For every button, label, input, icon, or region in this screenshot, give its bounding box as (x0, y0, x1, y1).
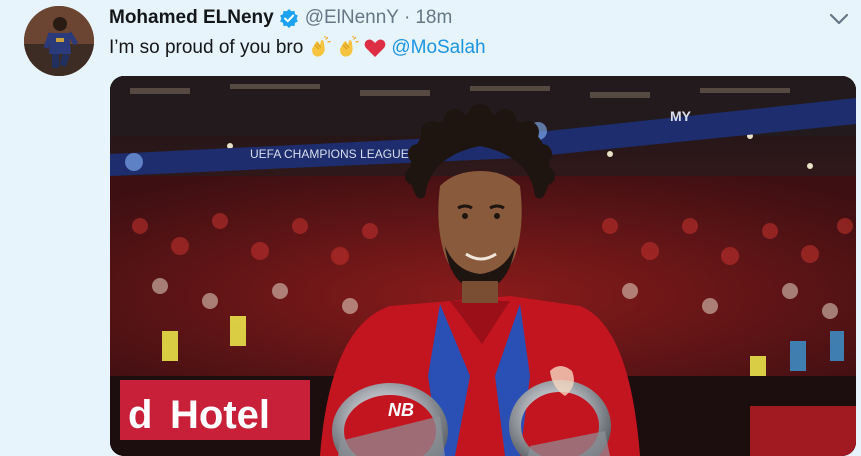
board-hotel-text: Hotel (170, 393, 270, 437)
avatar[interactable] (24, 6, 94, 76)
stadium-banner-text: UEFA CHAMPIONS LEAGUE (250, 147, 409, 161)
board-fragment-text: d (128, 393, 152, 437)
clapping-hands-icon (335, 35, 359, 60)
more-options-chevron-down-icon[interactable] (826, 10, 852, 28)
tweet-media-photo[interactable]: UEFA CHAMPIONS LEAGUE MY d Hotel NB (110, 76, 856, 456)
separator-dot: · (403, 7, 411, 28)
sponsor-mark-text: NB (388, 400, 414, 420)
mention-link[interactable]: @MoSalah (391, 37, 485, 59)
author-name[interactable]: Mohamed ELNeny (109, 7, 274, 29)
clapping-hands-icon (307, 35, 331, 60)
verified-badge-icon (279, 8, 299, 28)
avatar-image (24, 6, 94, 76)
tweet[interactable]: Mohamed ELNeny @ElNennY · 18m I’m so pro… (0, 0, 861, 456)
author-handle[interactable]: @ElNennY (305, 7, 399, 29)
tweet-text: I’m so proud of you bro @MoSalah (109, 35, 486, 61)
red-heart-icon (363, 36, 387, 60)
tweet-header: Mohamed ELNeny @ElNennY · 18m (109, 6, 452, 30)
tweet-text-body: I’m so proud of you bro (109, 37, 304, 58)
timestamp[interactable]: 18m (415, 7, 452, 29)
top-sign-text: MY (670, 108, 692, 124)
stadium-photo: UEFA CHAMPIONS LEAGUE MY d Hotel NB (110, 76, 856, 456)
